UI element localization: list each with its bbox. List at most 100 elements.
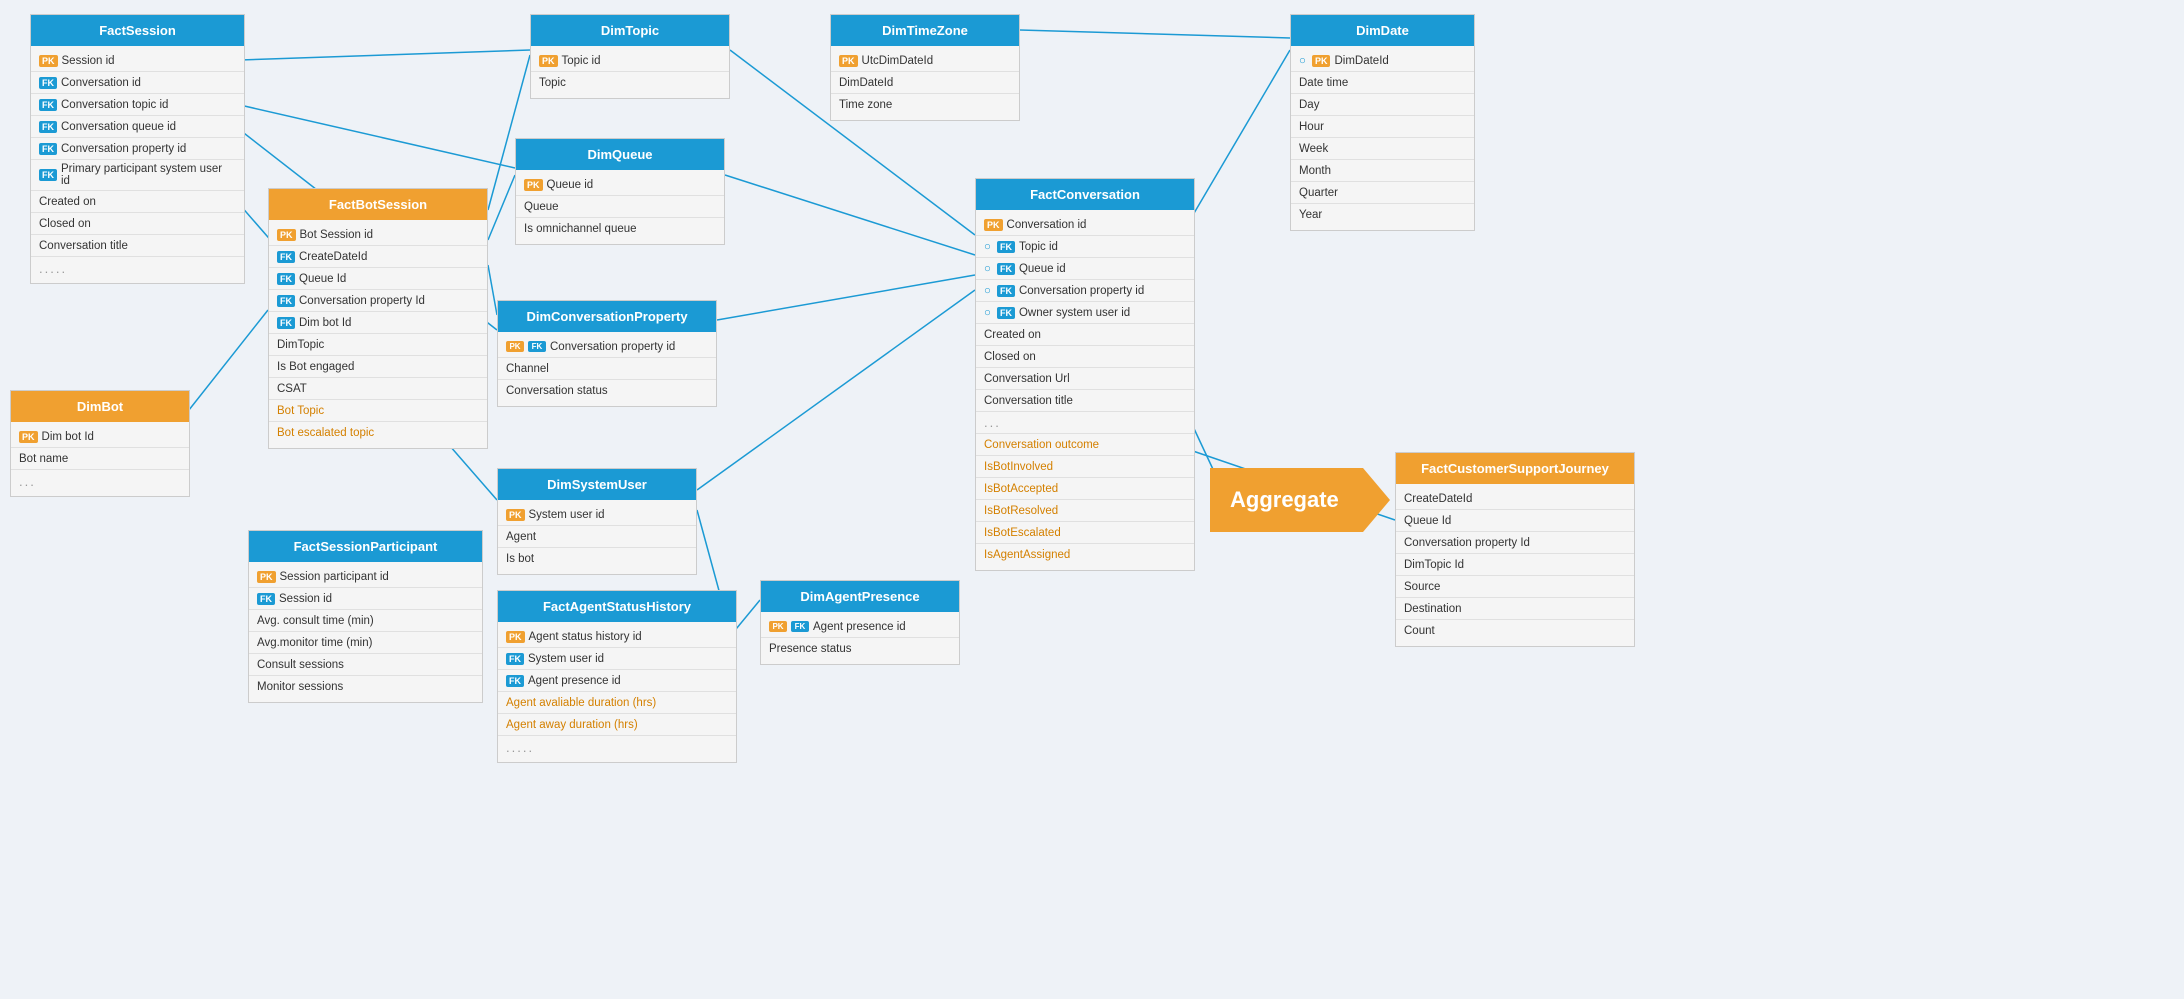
pk-badge: PK — [769, 621, 787, 632]
table-row: Closed on — [976, 346, 1194, 368]
fact-session-participant-header: FactSessionParticipant — [249, 531, 482, 562]
table-row: Conversation Url — [976, 368, 1194, 390]
row-label: Bot Topic — [277, 405, 324, 417]
pk-badge: PK — [506, 631, 525, 643]
row-label: Avg.monitor time (min) — [257, 637, 372, 649]
table-row: Bot escalated topic — [269, 422, 487, 444]
fk-badge: FK — [506, 653, 524, 665]
row-label: Is bot — [506, 553, 534, 565]
table-row: PK Dim bot Id — [11, 426, 189, 448]
fk-badge: FK — [39, 143, 57, 155]
table-row: ... — [11, 470, 189, 492]
dim-conversation-property-header: DimConversationProperty — [498, 301, 716, 332]
row-label: Agent status history id — [529, 631, 642, 643]
row-label: Conversation property id — [550, 341, 675, 353]
fact-session-entity: FactSession PK Session id FK Conversatio… — [30, 14, 245, 284]
circle-icon: ○ — [984, 263, 991, 275]
row-label: Count — [1404, 625, 1435, 637]
circle-icon: ○ — [984, 285, 991, 297]
table-row: Week — [1291, 138, 1474, 160]
table-row: Conversation title — [976, 390, 1194, 412]
row-label: Date time — [1299, 77, 1348, 89]
row-label: Queue id — [547, 179, 594, 191]
table-row: PK Agent status history id — [498, 626, 736, 648]
row-label: Queue — [524, 201, 559, 213]
row-label: Created on — [39, 196, 96, 208]
fk-badge: FK — [277, 317, 295, 329]
fk-badge: FK — [997, 241, 1015, 253]
row-label: Agent presence id — [528, 675, 621, 687]
table-row: Consult sessions — [249, 654, 482, 676]
table-row: IsBotResolved — [976, 500, 1194, 522]
row-label: Conversation Url — [984, 373, 1070, 385]
diagram-canvas: FactSession PK Session id FK Conversatio… — [0, 0, 2184, 999]
fact-customer-support-journey-header: FactCustomerSupportJourney — [1396, 453, 1634, 484]
table-row: Avg.monitor time (min) — [249, 632, 482, 654]
row-label: Bot name — [19, 453, 68, 465]
dim-agent-presence-entity: DimAgentPresence PK FK Agent presence id… — [760, 580, 960, 665]
table-row: Avg. consult time (min) — [249, 610, 482, 632]
fact-conversation-entity: FactConversation PK Conversation id ○ FK… — [975, 178, 1195, 571]
table-row: PK Conversation id — [976, 214, 1194, 236]
fact-bot-session-entity: FactBotSession PK Bot Session id FK Crea… — [268, 188, 488, 449]
row-label: Year — [1299, 209, 1322, 221]
table-row: ○ FK Conversation property id — [976, 280, 1194, 302]
dim-system-user-entity: DimSystemUser PK System user id Agent Is… — [497, 468, 697, 575]
table-row: CSAT — [269, 378, 487, 400]
row-label: DimTopic — [277, 339, 324, 351]
row-label: Agent avaliable duration (hrs) — [506, 697, 656, 709]
ellipsis: ..... — [506, 740, 534, 755]
table-row: FK Conversation queue id — [31, 116, 244, 138]
pk-badge: PK — [524, 179, 543, 191]
pk-badge: PK — [1312, 55, 1331, 67]
table-row: PK Session id — [31, 50, 244, 72]
row-label: Quarter — [1299, 187, 1338, 199]
row-label: Primary participant system user id — [61, 163, 234, 187]
table-row: DimTopic Id — [1396, 554, 1634, 576]
row-label: Conversation title — [984, 395, 1073, 407]
fk-badge: FK — [528, 341, 546, 352]
table-row: Channel — [498, 358, 716, 380]
table-row: ○ FK Topic id — [976, 236, 1194, 258]
table-row: Year — [1291, 204, 1474, 226]
row-label: Agent — [506, 531, 536, 543]
table-row: FK Primary participant system user id — [31, 160, 244, 191]
table-row: PK System user id — [498, 504, 696, 526]
table-row: IsBotEscalated — [976, 522, 1194, 544]
row-label: CreateDateId — [299, 251, 367, 263]
pk-badge: PK — [39, 55, 58, 67]
row-label: Conversation topic id — [61, 99, 168, 111]
pk-badge: PK — [506, 341, 524, 352]
table-row: Date time — [1291, 72, 1474, 94]
table-row: Is omnichannel queue — [516, 218, 724, 240]
table-row: Bot name — [11, 448, 189, 470]
fact-customer-support-journey-entity: FactCustomerSupportJourney CreateDateId … — [1395, 452, 1635, 647]
pk-badge: PK — [984, 219, 1003, 231]
row-label: Agent away duration (hrs) — [506, 719, 638, 731]
row-label: CSAT — [277, 383, 307, 395]
dim-topic-entity: DimTopic PK Topic id Topic — [530, 14, 730, 99]
table-row: FK CreateDateId — [269, 246, 487, 268]
row-label: Conversation property id — [1019, 285, 1144, 297]
table-row: FK Conversation property Id — [269, 290, 487, 312]
table-row: FK Conversation id — [31, 72, 244, 94]
ellipsis: ..... — [39, 261, 67, 276]
row-label: Session participant id — [280, 571, 389, 583]
table-row: PK UtcDimDateId — [831, 50, 1019, 72]
table-row: Is bot — [498, 548, 696, 570]
table-row: FK System user id — [498, 648, 736, 670]
pk-badge: PK — [539, 55, 558, 67]
row-label: Conversation id — [61, 77, 141, 89]
fact-session-header: FactSession — [31, 15, 244, 46]
table-row: Quarter — [1291, 182, 1474, 204]
row-label: Source — [1404, 581, 1440, 593]
table-row: Queue Id — [1396, 510, 1634, 532]
table-row: Closed on — [31, 213, 244, 235]
row-label: Is omnichannel queue — [524, 223, 637, 235]
table-row: Count — [1396, 620, 1634, 642]
row-label: Time zone — [839, 99, 892, 111]
dim-date-header: DimDate — [1291, 15, 1474, 46]
ellipsis: ... — [19, 474, 36, 489]
dim-queue-header: DimQueue — [516, 139, 724, 170]
dim-queue-body: PK Queue id Queue Is omnichannel queue — [516, 170, 724, 244]
